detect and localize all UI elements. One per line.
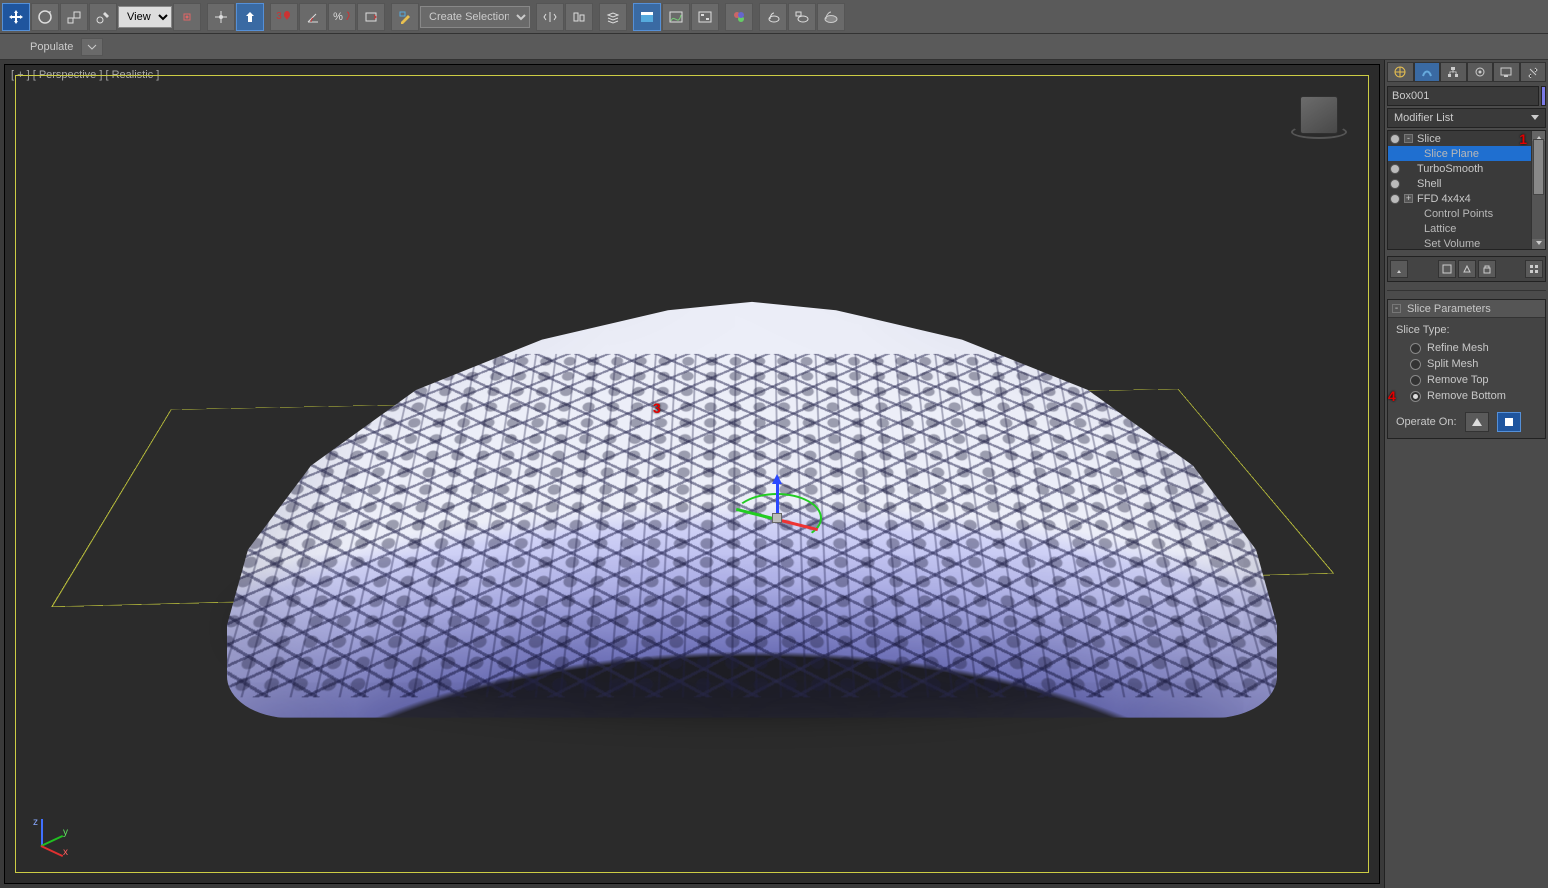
stack-item-turbosmooth[interactable]: TurboSmooth <box>1388 161 1531 176</box>
populate-label: Populate <box>30 41 73 53</box>
command-panel-tabs <box>1387 62 1546 82</box>
tab-utilities[interactable] <box>1520 62 1547 82</box>
snap-toggle-button[interactable]: 3 <box>270 3 298 31</box>
render-button[interactable] <box>817 3 845 31</box>
command-panel: Modifier List - Slice 1 2 Slice Plane Tu… <box>1384 60 1548 888</box>
main-area: [ + ] [ Perspective ] [ Realistic ] 3 <box>0 60 1548 888</box>
select-manipulate-button[interactable] <box>207 3 235 31</box>
modifier-stack-list[interactable]: - Slice 1 2 Slice Plane TurboSmooth Shel… <box>1388 131 1531 249</box>
main-toolbar: View 3 % Create Selection Se <box>0 0 1548 34</box>
eye-icon[interactable] <box>1390 179 1400 189</box>
scene-content <box>127 178 1257 738</box>
show-end-result-button[interactable] <box>1438 260 1456 278</box>
collapse-icon: - <box>1392 304 1401 313</box>
curve-editor-button[interactable] <box>662 3 690 31</box>
radio-remove-top[interactable]: Remove Top <box>1410 374 1537 386</box>
expand-icon[interactable]: + <box>1404 194 1413 203</box>
material-editor-button[interactable] <box>725 3 753 31</box>
rotate-tool-button[interactable] <box>31 3 59 31</box>
transform-gizmo[interactable] <box>732 473 822 563</box>
slice-type-label: Slice Type: <box>1396 324 1537 336</box>
render-frame-button[interactable] <box>788 3 816 31</box>
radio-remove-bottom[interactable]: 4 Remove Bottom <box>1410 390 1537 402</box>
operate-on-mesh-button[interactable] <box>1497 412 1521 432</box>
named-selection-set-select[interactable]: Create Selection Se <box>420 6 530 28</box>
layers-button[interactable] <box>599 3 627 31</box>
operate-on-label: Operate On: <box>1396 416 1457 428</box>
remove-modifier-button[interactable] <box>1478 260 1496 278</box>
spinner-snap-button[interactable] <box>357 3 385 31</box>
toggle-ribbon-button[interactable] <box>633 3 661 31</box>
tab-create[interactable] <box>1387 62 1414 82</box>
stack-scrollbar[interactable] <box>1531 131 1545 249</box>
radio-refine-mesh[interactable]: Refine Mesh <box>1410 342 1537 354</box>
configure-sets-button[interactable] <box>1525 260 1543 278</box>
annotation-3: 3 <box>653 400 661 416</box>
stack-tools <box>1387 256 1546 282</box>
placement-tool-button[interactable] <box>89 3 117 31</box>
annotation-1: 1 <box>1519 131 1527 147</box>
viewcube[interactable] <box>1289 85 1349 145</box>
axis-tripod: z y x <box>19 819 69 869</box>
modifier-stack: - Slice 1 2 Slice Plane TurboSmooth Shel… <box>1387 130 1546 250</box>
eye-icon[interactable] <box>1390 194 1400 204</box>
keyboard-shortcut-override-button[interactable] <box>236 3 264 31</box>
annotation-4: 4 <box>1388 388 1396 404</box>
tab-display[interactable] <box>1493 62 1520 82</box>
scale-tool-button[interactable] <box>60 3 88 31</box>
percent-snap-button[interactable]: % <box>328 3 356 31</box>
stack-item-control-points[interactable]: Control Points <box>1388 206 1531 221</box>
expand-icon[interactable]: - <box>1404 134 1413 143</box>
tab-hierarchy[interactable] <box>1440 62 1467 82</box>
stack-item-shell[interactable]: Shell <box>1388 176 1531 191</box>
align-button[interactable] <box>565 3 593 31</box>
ribbon-bar: Populate <box>0 34 1548 60</box>
radio-split-mesh[interactable]: Split Mesh <box>1410 358 1537 370</box>
use-pivot-button[interactable] <box>173 3 201 31</box>
object-color-swatch[interactable] <box>1541 86 1546 106</box>
angle-snap-button[interactable] <box>299 3 327 31</box>
make-unique-button[interactable] <box>1458 260 1476 278</box>
stack-item-set-volume[interactable]: Set Volume <box>1388 236 1531 249</box>
edit-named-selection-button[interactable] <box>391 3 419 31</box>
eye-icon[interactable] <box>1390 134 1400 144</box>
operate-on-poly-button[interactable] <box>1465 412 1489 432</box>
slice-parameters-rollout: - Slice Parameters Slice Type: Refine Me… <box>1387 299 1546 439</box>
populate-expand-button[interactable] <box>81 38 103 56</box>
tab-modify[interactable] <box>1414 62 1441 82</box>
modifier-list-dropdown[interactable]: Modifier List <box>1387 108 1546 128</box>
stack-item-lattice[interactable]: Lattice <box>1388 221 1531 236</box>
stack-item-slice[interactable]: - Slice 1 <box>1388 131 1531 146</box>
schematic-view-button[interactable] <box>691 3 719 31</box>
object-name-input[interactable] <box>1387 86 1539 106</box>
viewport[interactable]: [ + ] [ Perspective ] [ Realistic ] 3 <box>4 64 1380 884</box>
render-setup-button[interactable] <box>759 3 787 31</box>
rollout-header[interactable]: - Slice Parameters <box>1388 300 1545 318</box>
stack-item-slice-plane[interactable]: 2 Slice Plane <box>1388 146 1531 161</box>
stack-item-ffd[interactable]: + FFD 4x4x4 <box>1388 191 1531 206</box>
move-tool-button[interactable] <box>2 3 30 31</box>
eye-icon[interactable] <box>1390 164 1400 174</box>
tab-motion[interactable] <box>1467 62 1494 82</box>
mirror-button[interactable] <box>536 3 564 31</box>
reference-coord-select[interactable]: View <box>118 6 172 28</box>
pin-stack-button[interactable] <box>1390 260 1408 278</box>
